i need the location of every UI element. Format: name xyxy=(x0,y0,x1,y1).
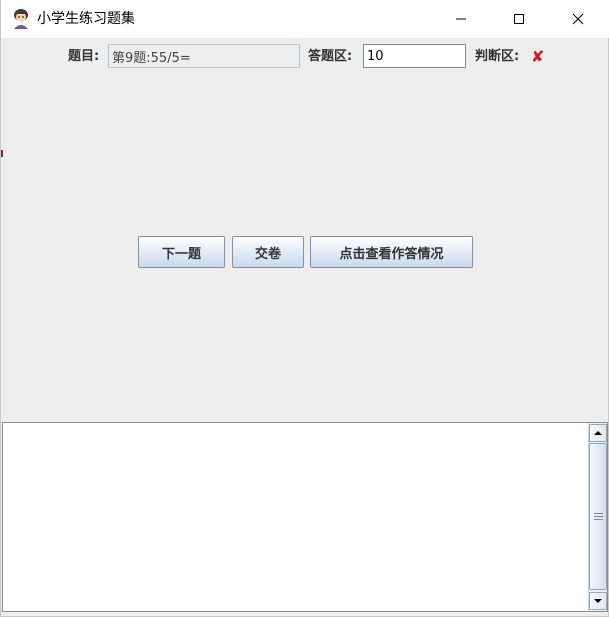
scroll-down-button[interactable] xyxy=(589,592,607,610)
wrong-mark-icon: ✘ xyxy=(531,47,545,66)
question-label: 题目: xyxy=(68,49,100,64)
arrow-down-icon xyxy=(594,599,602,603)
answer-input[interactable] xyxy=(363,44,466,68)
grip-line xyxy=(594,513,603,514)
close-icon xyxy=(572,13,584,25)
minimize-button[interactable] xyxy=(438,0,484,38)
student-avatar-icon xyxy=(14,9,28,29)
output-area xyxy=(2,422,608,612)
grip-line xyxy=(594,516,603,517)
window-title: 小学生练习题集 xyxy=(37,11,135,27)
judge-label: 判断区: xyxy=(475,49,520,64)
edge-marker xyxy=(1,150,3,157)
app-window: 小学生练习题集 题目: 答题区: 判断区: ✘ 下一题 交卷 点击查看作答情况 xyxy=(0,0,609,617)
grip-line xyxy=(594,519,603,520)
vertical-scrollbar[interactable] xyxy=(588,423,607,611)
maximize-icon xyxy=(514,14,524,24)
next-question-button[interactable]: 下一题 xyxy=(138,236,225,268)
submit-button[interactable]: 交卷 xyxy=(232,236,304,268)
question-field xyxy=(108,44,300,68)
minimize-icon xyxy=(456,18,466,20)
scroll-up-button[interactable] xyxy=(589,424,607,442)
view-answers-button[interactable]: 点击查看作答情况 xyxy=(310,236,473,268)
arrow-up-icon xyxy=(594,431,602,435)
scroll-thumb[interactable] xyxy=(589,443,607,590)
title-bar: 小学生练习题集 xyxy=(1,0,609,38)
maximize-button[interactable] xyxy=(496,0,542,38)
output-textarea[interactable] xyxy=(3,423,587,611)
answer-label: 答题区: xyxy=(308,49,353,64)
close-button[interactable] xyxy=(555,0,601,38)
